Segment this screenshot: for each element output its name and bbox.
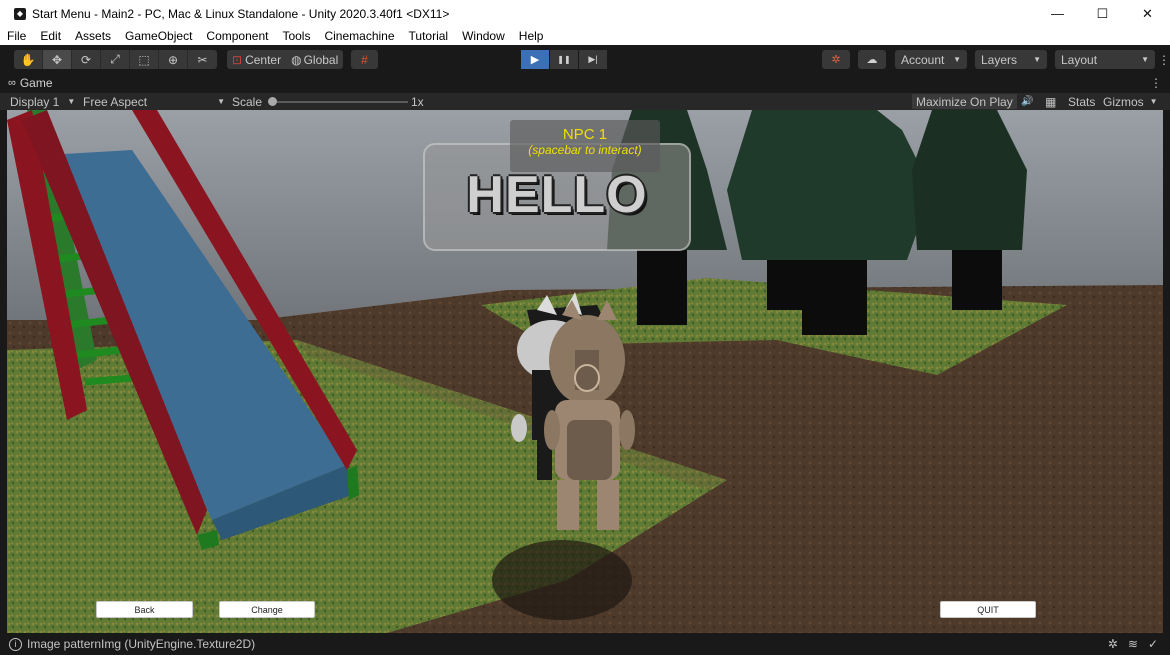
layers-label: Layers bbox=[981, 52, 1018, 67]
chevron-down-icon: ▼ bbox=[1149, 97, 1158, 106]
scale-label: Scale bbox=[232, 94, 263, 109]
tab-game-label: Game bbox=[19, 76, 53, 90]
chevron-down-icon: ▼ bbox=[217, 97, 225, 106]
aspect-dropdown[interactable]: Free Aspect ▼ bbox=[83, 94, 225, 109]
menu-assets[interactable]: Assets bbox=[68, 29, 118, 43]
bug-icon[interactable]: ✲ bbox=[1108, 637, 1118, 651]
scale-slider-handle[interactable] bbox=[268, 97, 277, 106]
play-icon[interactable]: ▶ bbox=[521, 50, 549, 69]
gizmos-label: Gizmos bbox=[1103, 94, 1144, 109]
main-toolbar: ✋ ✥ ⟳ ⤢ ⬚ ⊕ ✂ ⊡ Center ◍ Global # ▶ ❚❚ ▶… bbox=[0, 45, 1170, 74]
layout-dropdown[interactable]: Layout ▼ bbox=[1055, 50, 1155, 69]
cloud-icon[interactable]: ☁ bbox=[858, 50, 886, 69]
menu-gameobject[interactable]: GameObject bbox=[118, 29, 199, 43]
gamepad-icon: ∞ bbox=[8, 77, 16, 89]
npc-nameplate: NPC 1 (spacebar to interact) bbox=[510, 120, 660, 172]
collab-icon[interactable]: ✲ bbox=[822, 50, 850, 69]
stats-icon[interactable]: ▦ bbox=[1045, 94, 1056, 109]
chevron-down-icon: ▼ bbox=[1033, 55, 1041, 64]
grid-snap-icon[interactable]: # bbox=[351, 50, 378, 69]
window-title: Start Menu - Main2 - PC, Mac & Linux Sta… bbox=[32, 6, 450, 21]
tab-game[interactable]: ∞ Game bbox=[8, 74, 53, 92]
unity-icon: ◆ bbox=[14, 7, 26, 20]
rotate-tool-icon[interactable]: ⟳ bbox=[72, 50, 101, 69]
pivot-toggles: ⊡ Center ◍ Global bbox=[227, 50, 344, 69]
scale-slider[interactable] bbox=[270, 101, 408, 103]
more-icon[interactable]: ⋮ bbox=[1150, 76, 1162, 90]
chevron-down-icon: ▼ bbox=[953, 55, 961, 64]
cache-icon[interactable]: ≋ bbox=[1128, 637, 1138, 651]
title-bar: ◆ Start Menu - Main2 - PC, Mac & Linux S… bbox=[0, 0, 1170, 27]
transform-tool-icon[interactable]: ⊕ bbox=[159, 50, 188, 69]
status-bar: i Image patternImg (UnityEngine.Texture2… bbox=[0, 633, 1170, 655]
game-view-toolbar: Display 1 ▼ Free Aspect ▼ Scale 1x Maxim… bbox=[0, 92, 1170, 110]
step-icon[interactable]: ▶| bbox=[579, 50, 607, 69]
scale-value: 1x bbox=[411, 94, 424, 109]
transform-tools: ✋ ✥ ⟳ ⤢ ⬚ ⊕ ✂ bbox=[14, 50, 217, 69]
game-viewport[interactable]: HELLO NPC 1 (spacebar to interact) Back … bbox=[7, 110, 1163, 633]
npc-interact-hint: (spacebar to interact) bbox=[528, 143, 642, 157]
display-label: Display 1 bbox=[10, 94, 60, 109]
pivot-icon: ⊡ bbox=[232, 52, 243, 67]
maximize-button[interactable]: ☐ bbox=[1080, 0, 1125, 27]
display-dropdown[interactable]: Display 1 ▼ bbox=[10, 94, 75, 109]
minimize-button[interactable]: — bbox=[1035, 0, 1080, 27]
menu-tutorial[interactable]: Tutorial bbox=[402, 29, 456, 43]
aspect-label: Free Aspect bbox=[83, 94, 148, 109]
menu-help[interactable]: Help bbox=[512, 29, 551, 43]
close-button[interactable]: ✕ bbox=[1125, 0, 1170, 27]
status-icons: ✲ ≋ ✓ bbox=[1108, 633, 1158, 655]
npc-name: NPC 1 bbox=[562, 126, 608, 143]
pivot-global-label: Global bbox=[303, 52, 339, 67]
menu-component[interactable]: Component bbox=[199, 29, 275, 43]
quit-button[interactable]: QUIT bbox=[940, 601, 1036, 618]
custom-tool-icon[interactable]: ✂ bbox=[188, 50, 217, 69]
rect-tool-icon[interactable]: ⬚ bbox=[130, 50, 159, 69]
check-icon[interactable]: ✓ bbox=[1148, 637, 1158, 651]
pause-icon[interactable]: ❚❚ bbox=[550, 50, 578, 69]
chevron-down-icon: ▼ bbox=[1141, 55, 1149, 64]
hand-tool-icon[interactable]: ✋ bbox=[14, 50, 43, 69]
speech-text: HELLO bbox=[466, 166, 648, 224]
menu-cinemachine[interactable]: Cinemachine bbox=[317, 29, 401, 43]
menu-edit[interactable]: Edit bbox=[33, 29, 68, 43]
stats-toggle[interactable]: Stats bbox=[1068, 94, 1095, 109]
status-message[interactable]: Image patternImg (UnityEngine.Texture2D) bbox=[27, 637, 255, 651]
pivot-global-toggle[interactable]: ◍ Global bbox=[286, 50, 343, 69]
menu-bar: File Edit Assets GameObject Component To… bbox=[0, 27, 1170, 45]
scale-tool-icon[interactable]: ⤢ bbox=[101, 50, 130, 69]
menu-file[interactable]: File bbox=[0, 29, 33, 43]
maximize-on-play-toggle[interactable]: Maximize On Play bbox=[912, 94, 1017, 109]
layout-label: Layout bbox=[1061, 52, 1098, 67]
pivot-center-toggle[interactable]: ⊡ Center bbox=[227, 50, 286, 69]
back-button[interactable]: Back bbox=[96, 601, 193, 618]
game-tab-bar: ∞ Game ⋮ bbox=[0, 74, 1170, 92]
character-shadow bbox=[492, 540, 632, 620]
gizmos-toggle[interactable]: Gizmos ▼ bbox=[1103, 94, 1158, 109]
move-tool-icon[interactable]: ✥ bbox=[43, 50, 72, 69]
account-label: Account bbox=[901, 52, 945, 67]
change-button[interactable]: Change bbox=[219, 601, 315, 618]
mute-audio-icon[interactable]: 🔊 bbox=[1021, 94, 1033, 109]
globe-icon: ◍ bbox=[291, 52, 302, 67]
playmode-controls: ▶ ❚❚ ▶| bbox=[521, 50, 608, 69]
chevron-down-icon: ▼ bbox=[67, 97, 76, 106]
info-icon: i bbox=[9, 637, 22, 651]
pivot-center-label: Center bbox=[245, 52, 282, 67]
menu-tools[interactable]: Tools bbox=[275, 29, 317, 43]
more-icon[interactable]: ⋮ bbox=[1158, 53, 1170, 67]
menu-window[interactable]: Window bbox=[455, 29, 512, 43]
account-dropdown[interactable]: Account ▼ bbox=[895, 50, 967, 69]
layers-dropdown[interactable]: Layers ▼ bbox=[975, 50, 1047, 69]
